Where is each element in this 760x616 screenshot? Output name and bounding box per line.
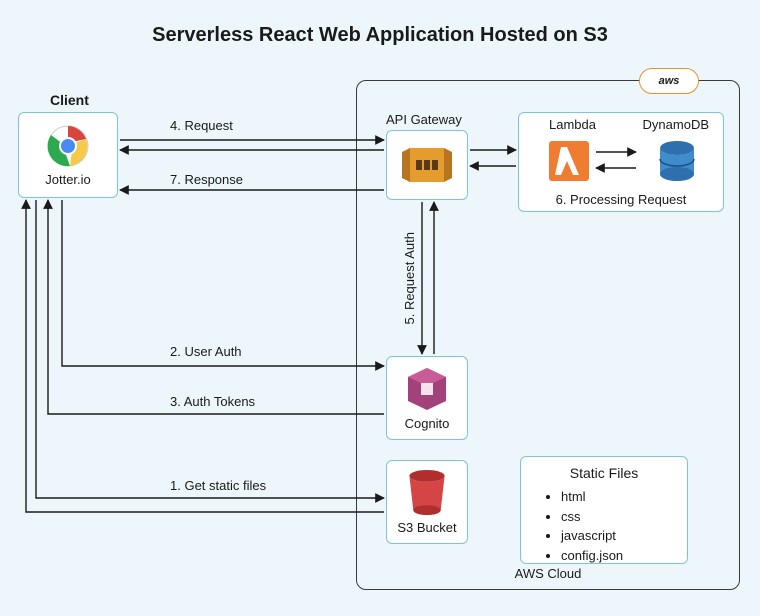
cognito-label: Cognito <box>405 416 450 431</box>
cognito-icon <box>404 366 450 412</box>
s3-label: S3 Bucket <box>397 520 456 535</box>
s3-node: S3 Bucket <box>386 460 468 544</box>
lambda-label: Lambda <box>549 117 596 132</box>
aws-badge-text: aws <box>659 75 680 87</box>
flow-4-request: 4. Request <box>170 118 233 133</box>
api-gateway-node <box>386 130 468 200</box>
flow-3-auth-tokens: 3. Auth Tokens <box>170 394 255 409</box>
list-item: html <box>561 487 675 507</box>
api-gateway-label: API Gateway <box>386 112 462 127</box>
page-title: Serverless React Web Application Hosted … <box>0 24 760 47</box>
lambda-icon <box>547 139 591 183</box>
dynamodb-icon <box>655 139 699 183</box>
static-files-node: Static Files html css javascript config.… <box>520 456 688 564</box>
flow-5-request-auth: 5. Request Auth <box>402 232 417 325</box>
dynamodb-label: DynamoDB <box>643 117 709 132</box>
list-item: css <box>561 507 675 527</box>
client-node: Jotter.io <box>18 112 118 198</box>
chrome-icon <box>46 124 90 168</box>
client-heading: Client <box>50 92 89 108</box>
api-gateway-icon <box>402 142 452 188</box>
processing-node: Lambda DynamoDB 6. Processing Request <box>518 112 724 212</box>
cognito-node: Cognito <box>386 356 468 440</box>
client-name: Jotter.io <box>45 172 91 187</box>
aws-badge: aws <box>639 68 699 94</box>
static-files-title: Static Files <box>533 465 675 481</box>
list-item: config.json <box>561 546 675 566</box>
static-files-list: html css javascript config.json <box>533 487 675 565</box>
s3-bucket-icon <box>406 469 448 516</box>
list-item: javascript <box>561 526 675 546</box>
flow-7-response: 7. Response <box>170 172 243 187</box>
aws-cloud-caption: AWS Cloud <box>357 566 739 581</box>
flow-2-user-auth: 2. User Auth <box>170 344 242 359</box>
processing-caption: 6. Processing Request <box>519 192 723 207</box>
flow-1-get-static: 1. Get static files <box>170 478 266 493</box>
